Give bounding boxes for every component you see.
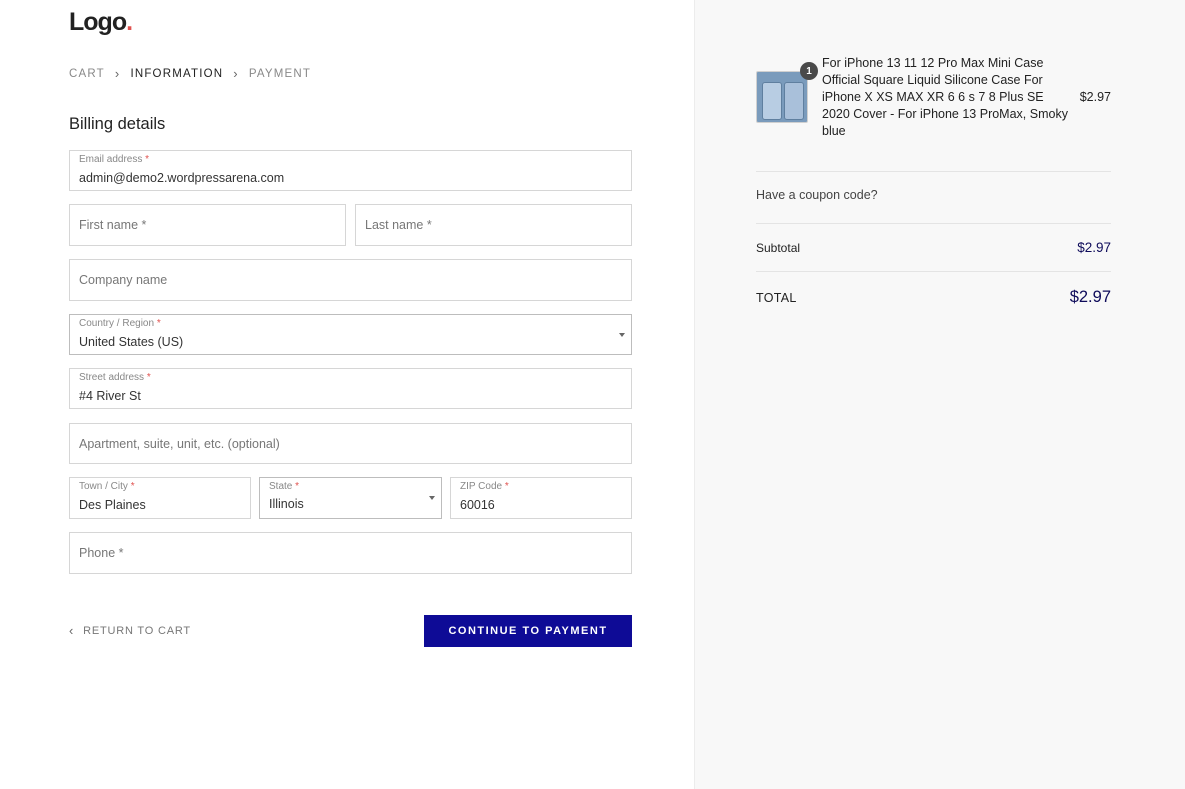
breadcrumb-payment: PAYMENT (248, 67, 312, 80)
last-name-placeholder: Last name * (365, 218, 432, 232)
dropdown-caret-icon (619, 332, 625, 337)
state-label: State * (269, 481, 300, 492)
phone-field[interactable]: Phone * (69, 532, 632, 574)
company-name-field[interactable]: Company name (69, 259, 632, 301)
zip-code-field[interactable]: ZIP Code * 60016 (450, 477, 632, 519)
subtotal-label: Subtotal (756, 241, 801, 255)
apartment-placeholder: Apartment, suite, unit, etc. (optional) (79, 436, 280, 451)
dropdown-caret-icon (429, 496, 435, 500)
coupon-link[interactable]: Have a coupon code? (756, 188, 878, 202)
product-name: For iPhone 13 11 12 Pro Max Mini Case Of… (822, 56, 1068, 138)
city-label: Town / City * (79, 481, 135, 492)
email-label: Email address * (79, 154, 150, 165)
billing-details-title: Billing details (69, 115, 166, 133)
phone-case-image (784, 82, 804, 120)
divider (756, 171, 1111, 172)
zip-value: 60016 (460, 498, 495, 512)
logo-text: Logo (69, 8, 127, 36)
phone-placeholder: Phone * (79, 546, 124, 560)
zip-label: ZIP Code * (460, 481, 509, 492)
last-name-field[interactable]: Last name * (355, 204, 632, 246)
city-value: Des Plaines (79, 498, 146, 512)
street-address-field[interactable]: Street address * #4 River St (69, 368, 632, 409)
product-price: $2.97 (1079, 90, 1111, 104)
email-value: admin@demo2.wordpressarena.com (79, 171, 285, 185)
first-name-placeholder: First name * (79, 218, 147, 232)
continue-to-payment-button[interactable]: CONTINUE TO PAYMENT (424, 615, 632, 647)
return-to-cart-label: RETURN TO CART (83, 624, 191, 637)
country-label: Country / Region * (79, 318, 161, 329)
checkout-form-panel: Logo. CART › INFORMATION › PAYMENT Billi… (0, 0, 694, 789)
company-name-placeholder: Company name (79, 273, 168, 287)
breadcrumb: CART › INFORMATION › PAYMENT (69, 66, 311, 81)
breadcrumb-information: INFORMATION (130, 67, 224, 80)
first-name-field[interactable]: First name * (69, 204, 346, 246)
breadcrumb-separator: › (114, 66, 121, 81)
phone-case-image (762, 82, 782, 120)
quantity-badge: 1 (800, 62, 818, 80)
apartment-field[interactable]: Apartment, suite, unit, etc. (optional) (69, 423, 632, 464)
breadcrumb-cart[interactable]: CART (69, 68, 105, 80)
street-value: #4 River St (79, 389, 141, 403)
divider (756, 271, 1111, 272)
product-thumbnail (756, 71, 808, 123)
total-label: TOTAL (756, 291, 797, 305)
site-logo[interactable]: Logo. (69, 8, 133, 37)
street-label: Street address * (79, 372, 151, 383)
email-field[interactable]: Email address * admin@demo2.wordpressare… (69, 150, 632, 191)
subtotal-value: $2.97 (1077, 240, 1111, 255)
chevron-left-icon: ‹ (69, 623, 75, 638)
country-select[interactable]: Country / Region * United States (US) (69, 314, 632, 355)
logo-dot: . (126, 8, 133, 36)
total-value: $2.97 (1069, 288, 1111, 306)
breadcrumb-separator: › (233, 66, 239, 81)
return-to-cart-link[interactable]: ‹ RETURN TO CART (69, 623, 191, 638)
country-value: United States (US) (79, 335, 184, 349)
city-field[interactable]: Town / City * Des Plaines (69, 477, 251, 519)
state-value: Illinois (269, 497, 304, 511)
state-select[interactable]: State * Illinois (259, 477, 442, 519)
divider (756, 223, 1111, 224)
